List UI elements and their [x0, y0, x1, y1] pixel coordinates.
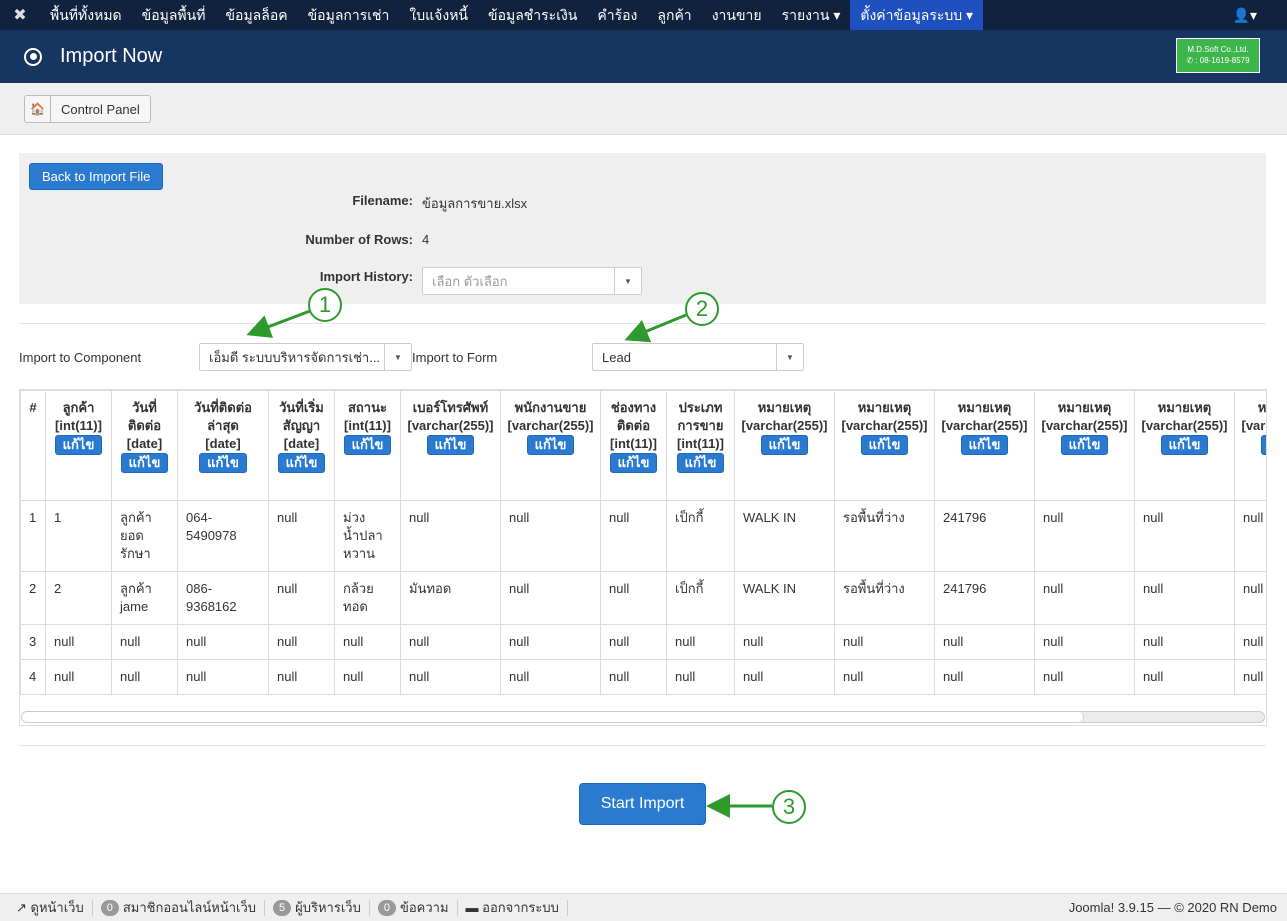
- msg-label: ข้อความ: [399, 900, 449, 915]
- online-count-badge: 0: [100, 899, 119, 916]
- admin-users[interactable]: 5 ผู้บริหารเว็บ: [265, 899, 370, 916]
- messages[interactable]: 0 ข้อความ: [370, 899, 458, 916]
- annotation-arrows: [246, 309, 772, 818]
- online-users[interactable]: 0 สมาชิกออนไลน์หน้าเว็บ: [93, 899, 266, 916]
- view-site-label: ดูหน้าเว็บ: [30, 900, 84, 915]
- annotation-3: 3: [772, 790, 806, 824]
- admin-label: ผู้บริหารเว็บ: [295, 900, 361, 915]
- online-label: สมาชิกออนไลน์หน้าเว็บ: [122, 900, 257, 915]
- annotation-2: 2: [685, 292, 719, 326]
- msg-count-badge: 0: [377, 899, 396, 916]
- arrow-2: [624, 313, 687, 343]
- arrow-1: [246, 309, 311, 338]
- status-bar: ↗ ดูหน้าเว็บ 0 สมาชิกออนไลน์หน้าเว็บ 5 ผู้…: [0, 893, 1287, 921]
- minus-icon: ▬: [465, 900, 479, 915]
- version-info: Joomla! 3.9.15 — © 2020 RN Demo: [1068, 900, 1277, 915]
- view-site-link[interactable]: ↗ ดูหน้าเว็บ: [8, 899, 93, 916]
- external-link-icon: ↗: [16, 899, 27, 915]
- annotation-1: 1: [308, 288, 342, 322]
- logout-link[interactable]: ▬ ออกจากระบบ: [458, 899, 568, 916]
- logout-label: ออกจากระบบ: [482, 900, 559, 915]
- admin-count-badge: 5: [273, 899, 292, 916]
